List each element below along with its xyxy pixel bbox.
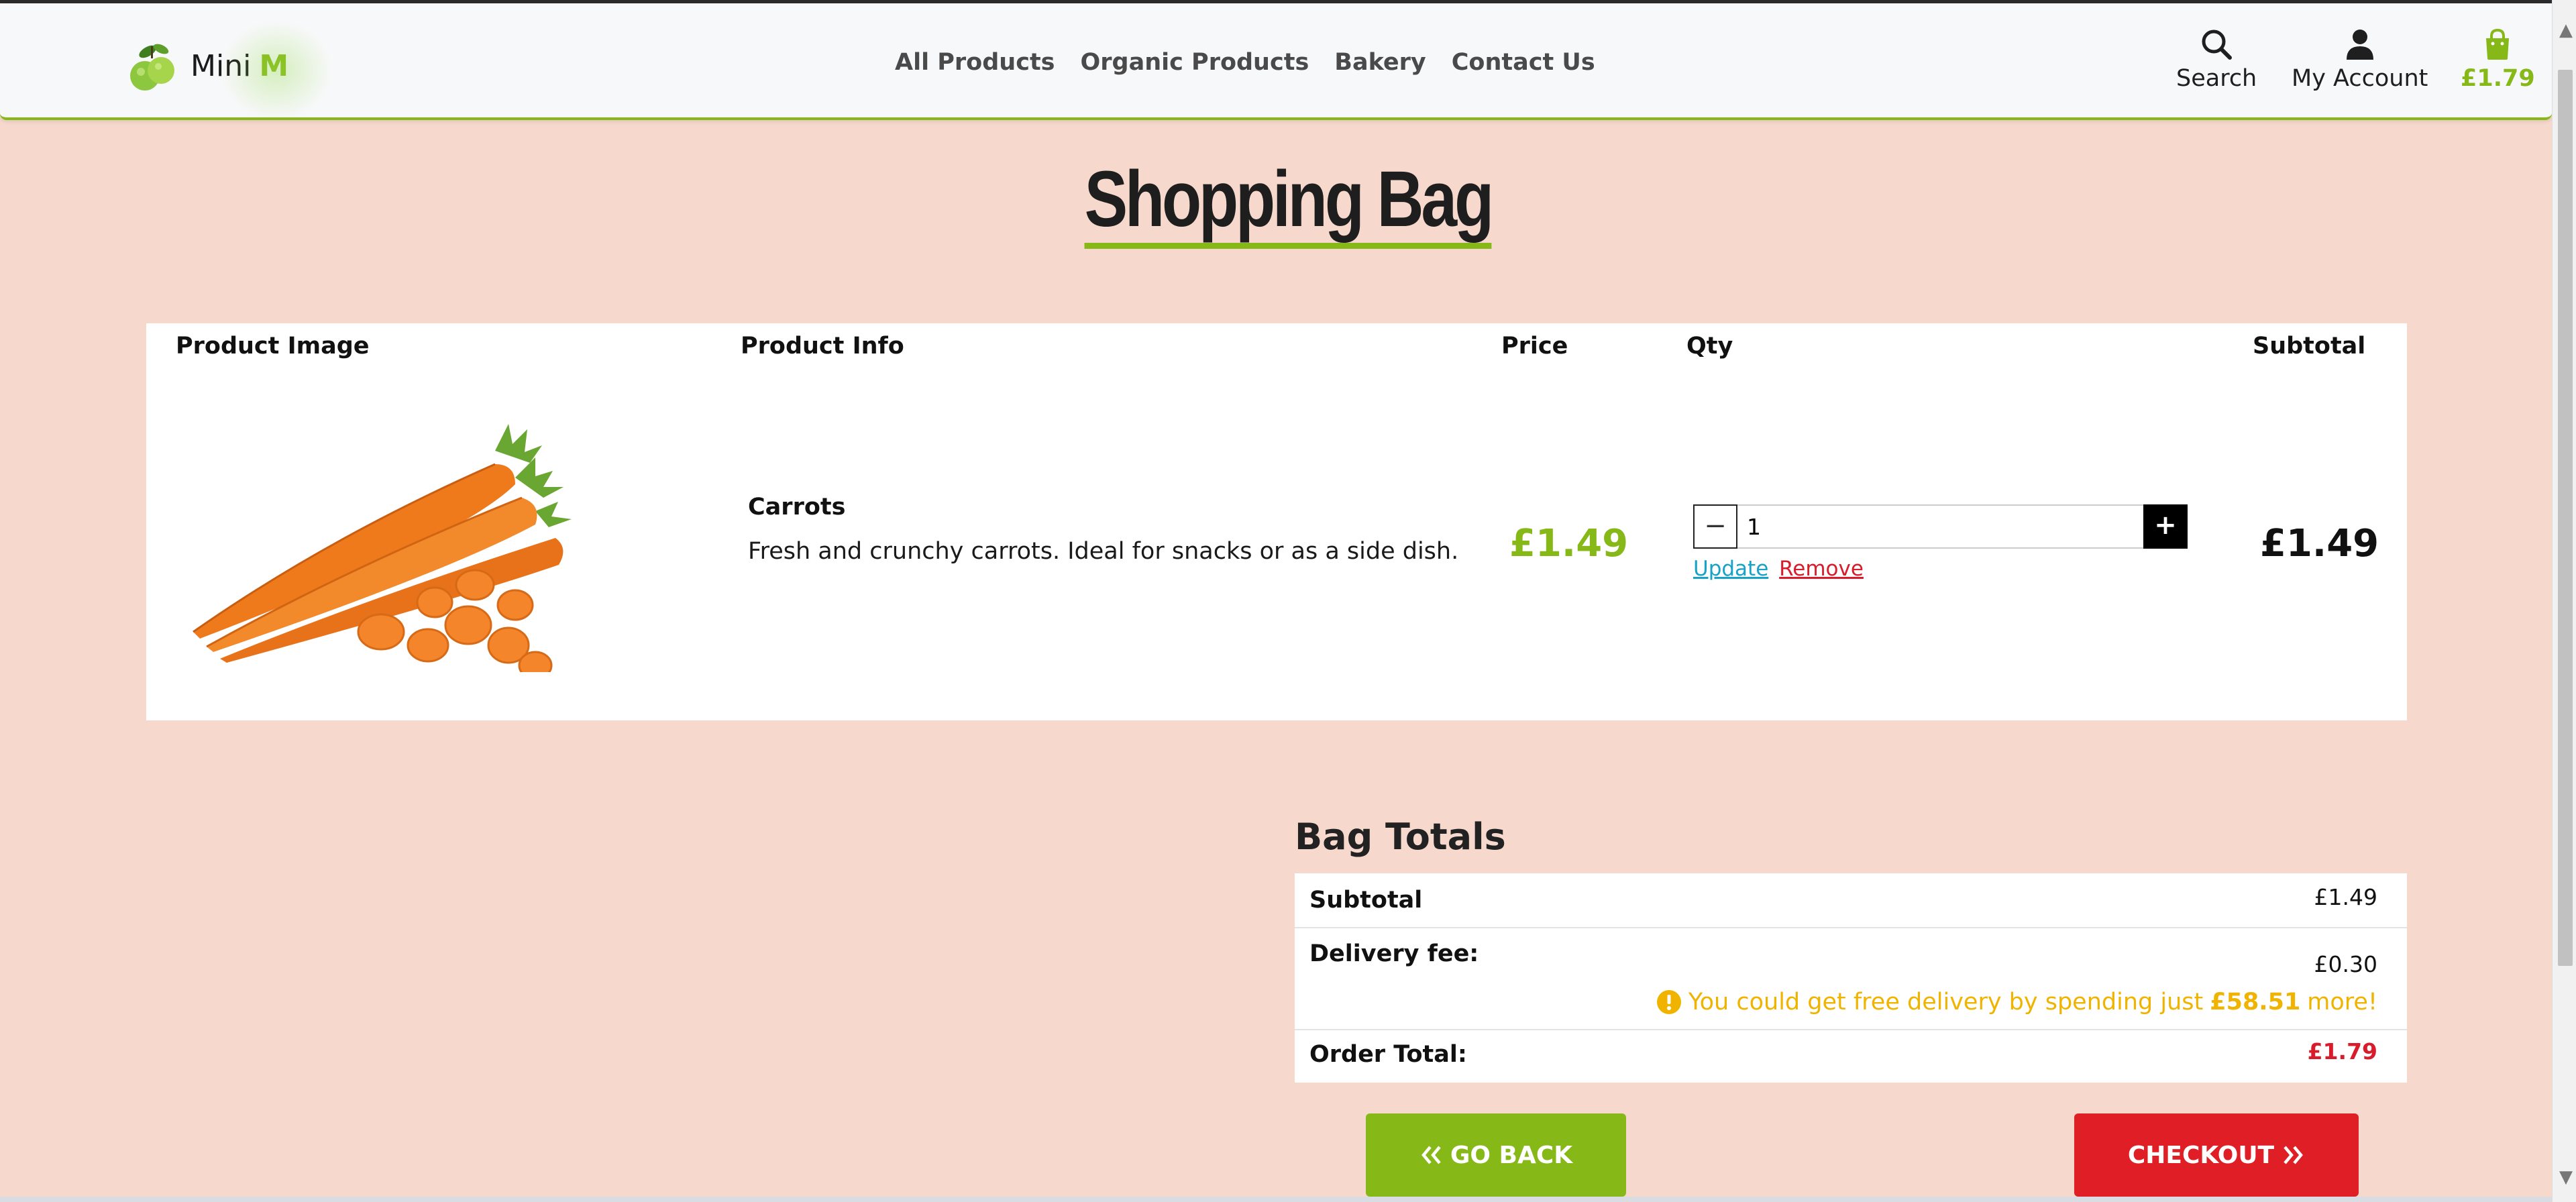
search-button[interactable]: Search [2176,28,2257,92]
delivery-value: £0.30 [2314,951,2377,977]
nav-all-products[interactable]: All Products [895,49,1055,76]
page-scrollbar[interactable]: ▲ ▼ [2552,0,2576,1202]
site-header: MiniM All Products Organic Products Bake… [0,3,2552,124]
notice-prefix: You could get free delivery by spending … [1688,989,2204,1016]
logo-glow [216,17,337,124]
scrollbar-thumb[interactable] [2558,70,2573,966]
scroll-up-arrow-icon[interactable]: ▲ [2559,20,2573,40]
delivery-row: Delivery fee: £0.30 You could get free d… [1295,928,2407,1030]
my-account-button[interactable]: My Account [2292,28,2428,92]
cart-button[interactable]: £1.79 [2461,28,2535,92]
apple-logo-icon [125,37,178,95]
product-image-carrots[interactable] [180,404,582,680]
free-delivery-notice: You could get free delivery by spending … [1656,989,2377,1016]
cart-total: £1.79 [2461,65,2535,92]
product-name[interactable]: Carrots [748,494,845,521]
qty-input[interactable] [1737,504,2143,549]
header-price: Price [1501,333,1568,360]
main-nav: All Products Organic Products Bakery Con… [895,49,1595,76]
bag-totals-title: Bag Totals [1295,816,1506,858]
warning-circle-icon [1656,990,1681,1014]
item-subtotal: £1.49 [2260,522,2379,565]
order-total-value: £1.79 [2307,1038,2377,1064]
double-chevron-left-icon [1421,1146,1441,1164]
item-actions: Update Remove [1693,557,1864,581]
remove-link[interactable]: Remove [1779,557,1864,581]
header-subtotal: Subtotal [2253,333,2366,360]
qty-decrease-button[interactable]: − [1693,504,1737,549]
checkout-label: CHECKOUT [2127,1141,2275,1169]
header-product-info: Product Info [741,333,904,360]
page-title-wrap: Shopping Bag [0,158,2576,249]
product-price: £1.49 [1509,522,1629,565]
subtotal-label: Subtotal [1309,887,1423,914]
subtotal-value: £1.49 [2314,884,2377,910]
subtotal-row: Subtotal £1.49 [1295,873,2407,928]
quantity-stepper: − + [1693,504,2188,549]
double-chevron-right-icon [2284,1146,2304,1164]
go-back-label: GO BACK [1450,1141,1573,1169]
nav-organic-products[interactable]: Organic Products [1081,49,1309,76]
shopping-bag-icon [2486,28,2510,60]
bag-totals-table: Subtotal £1.49 Delivery fee: £0.30 You c… [1295,873,2407,1083]
qty-increase-button[interactable]: + [2143,504,2188,549]
my-account-label: My Account [2292,65,2428,92]
order-total-label: Order Total: [1309,1041,1467,1068]
update-link[interactable]: Update [1693,557,1768,581]
header-product-image: Product Image [176,333,370,360]
header-qty: Qty [1686,333,1733,360]
checkout-button[interactable]: CHECKOUT [2074,1113,2359,1197]
delivery-label: Delivery fee: [1309,940,1479,967]
order-total-row: Order Total: £1.79 [1295,1030,2407,1083]
go-back-button[interactable]: GO BACK [1366,1113,1626,1197]
nav-bakery[interactable]: Bakery [1334,49,1426,76]
search-label: Search [2176,65,2257,92]
product-description: Fresh and crunchy carrots. Ideal for sna… [748,538,1459,565]
search-icon [2202,30,2233,60]
scroll-down-arrow-icon[interactable]: ▼ [2559,1167,2573,1187]
page-title: Shopping Bag [1084,158,1494,249]
notice-suffix: more! [2307,989,2377,1016]
bag-table: Product Image Product Info Price Qty Sub… [146,323,2407,720]
window-bottom-edge [0,1197,2552,1202]
user-icon [2346,30,2373,60]
nav-contact-us[interactable]: Contact Us [1452,49,1595,76]
notice-amount: £58.51 [2210,989,2301,1016]
